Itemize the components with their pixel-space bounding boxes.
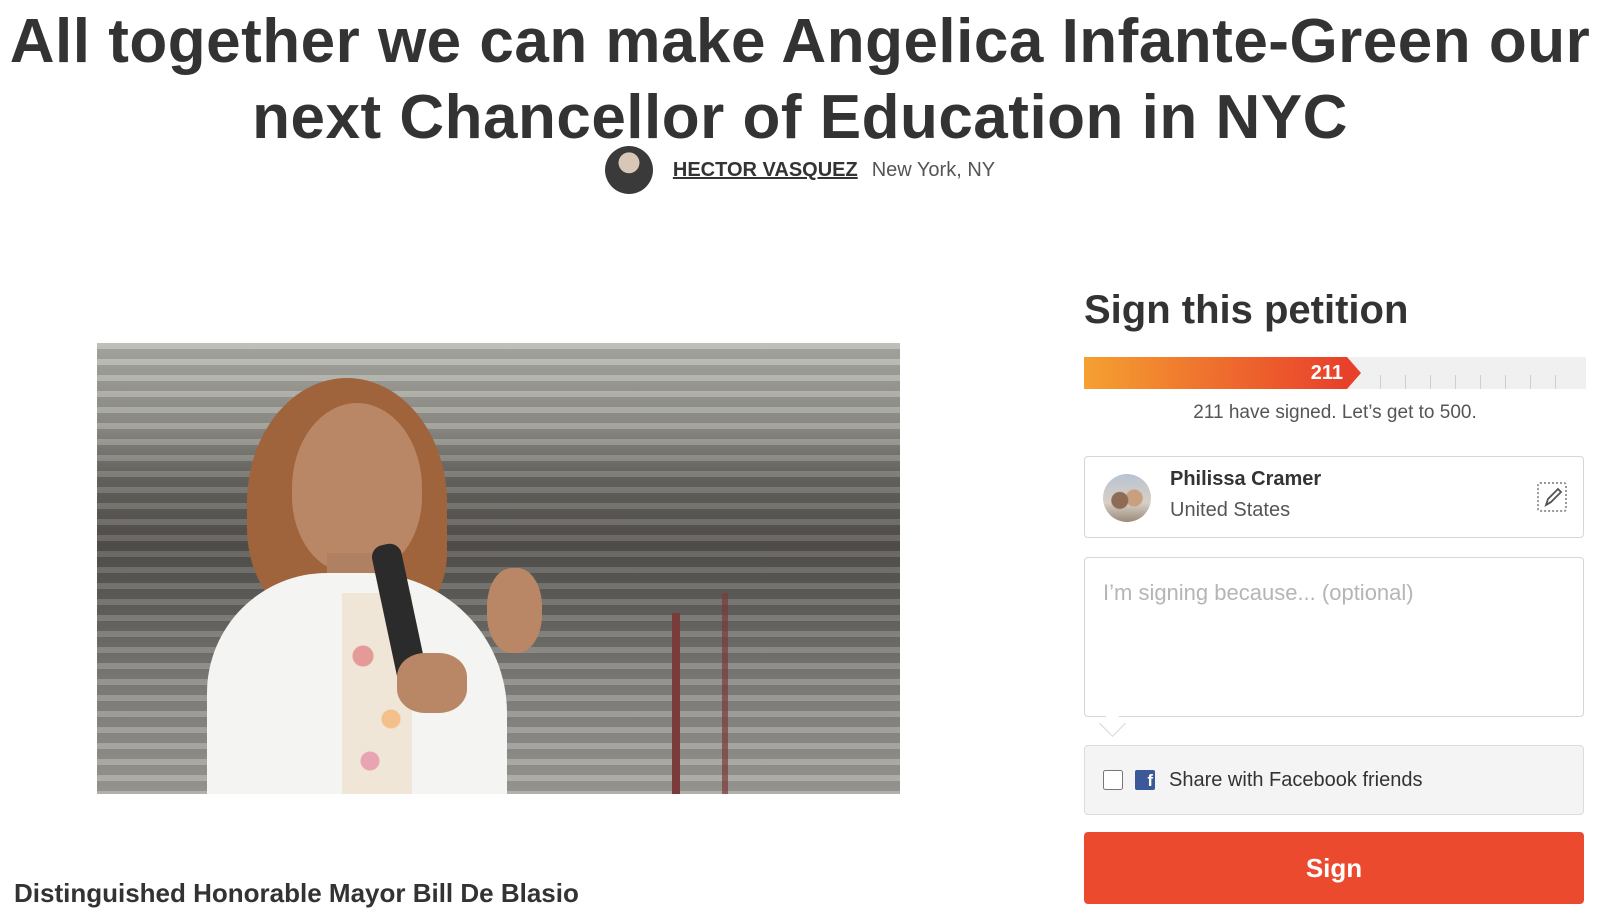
progress-fill: 211 (1084, 357, 1361, 389)
progress-ticks (1356, 375, 1576, 389)
share-facebook-label[interactable]: Share with Facebook friends (1169, 769, 1422, 792)
signature-progress-bar: 211 (1084, 357, 1586, 389)
signing-reason-input[interactable] (1084, 557, 1584, 717)
petition-photo (97, 343, 900, 794)
share-facebook-checkbox[interactable] (1103, 770, 1123, 790)
signer-avatar (1103, 474, 1151, 522)
photo-pole (722, 593, 728, 794)
author-row: HECTOR VASQUEZ New York, NY (0, 146, 1600, 194)
sign-petition-heading: Sign this petition (1084, 288, 1409, 332)
signer-card: Philissa Cramer United States (1084, 456, 1584, 538)
share-facebook-row[interactable]: f Share with Facebook friends (1084, 745, 1584, 815)
letter-heading: Distinguished Honorable Mayor Bill De Bl… (14, 878, 579, 908)
signer-country: United States (1170, 499, 1291, 521)
sign-button[interactable]: Sign (1084, 832, 1584, 904)
signer-name: Philissa Cramer (1170, 468, 1322, 490)
author-name-link[interactable]: HECTOR VASQUEZ (673, 159, 858, 182)
author-location: New York, NY (871, 158, 996, 181)
petition-title: All together we can make Angelica Infant… (9, 6, 1591, 152)
signature-count: 211 (1310, 362, 1343, 384)
progress-text: 211 have signed. Let’s get to 500. (1193, 402, 1477, 423)
speaker-hand (487, 568, 542, 653)
speaker-hand (397, 653, 467, 713)
edit-pencil-icon[interactable] (1537, 482, 1567, 512)
facebook-icon: f (1135, 770, 1155, 790)
photo-speaker (157, 363, 542, 794)
speaker-face (292, 403, 422, 573)
photo-pole (672, 613, 680, 794)
author-avatar[interactable] (604, 146, 653, 194)
